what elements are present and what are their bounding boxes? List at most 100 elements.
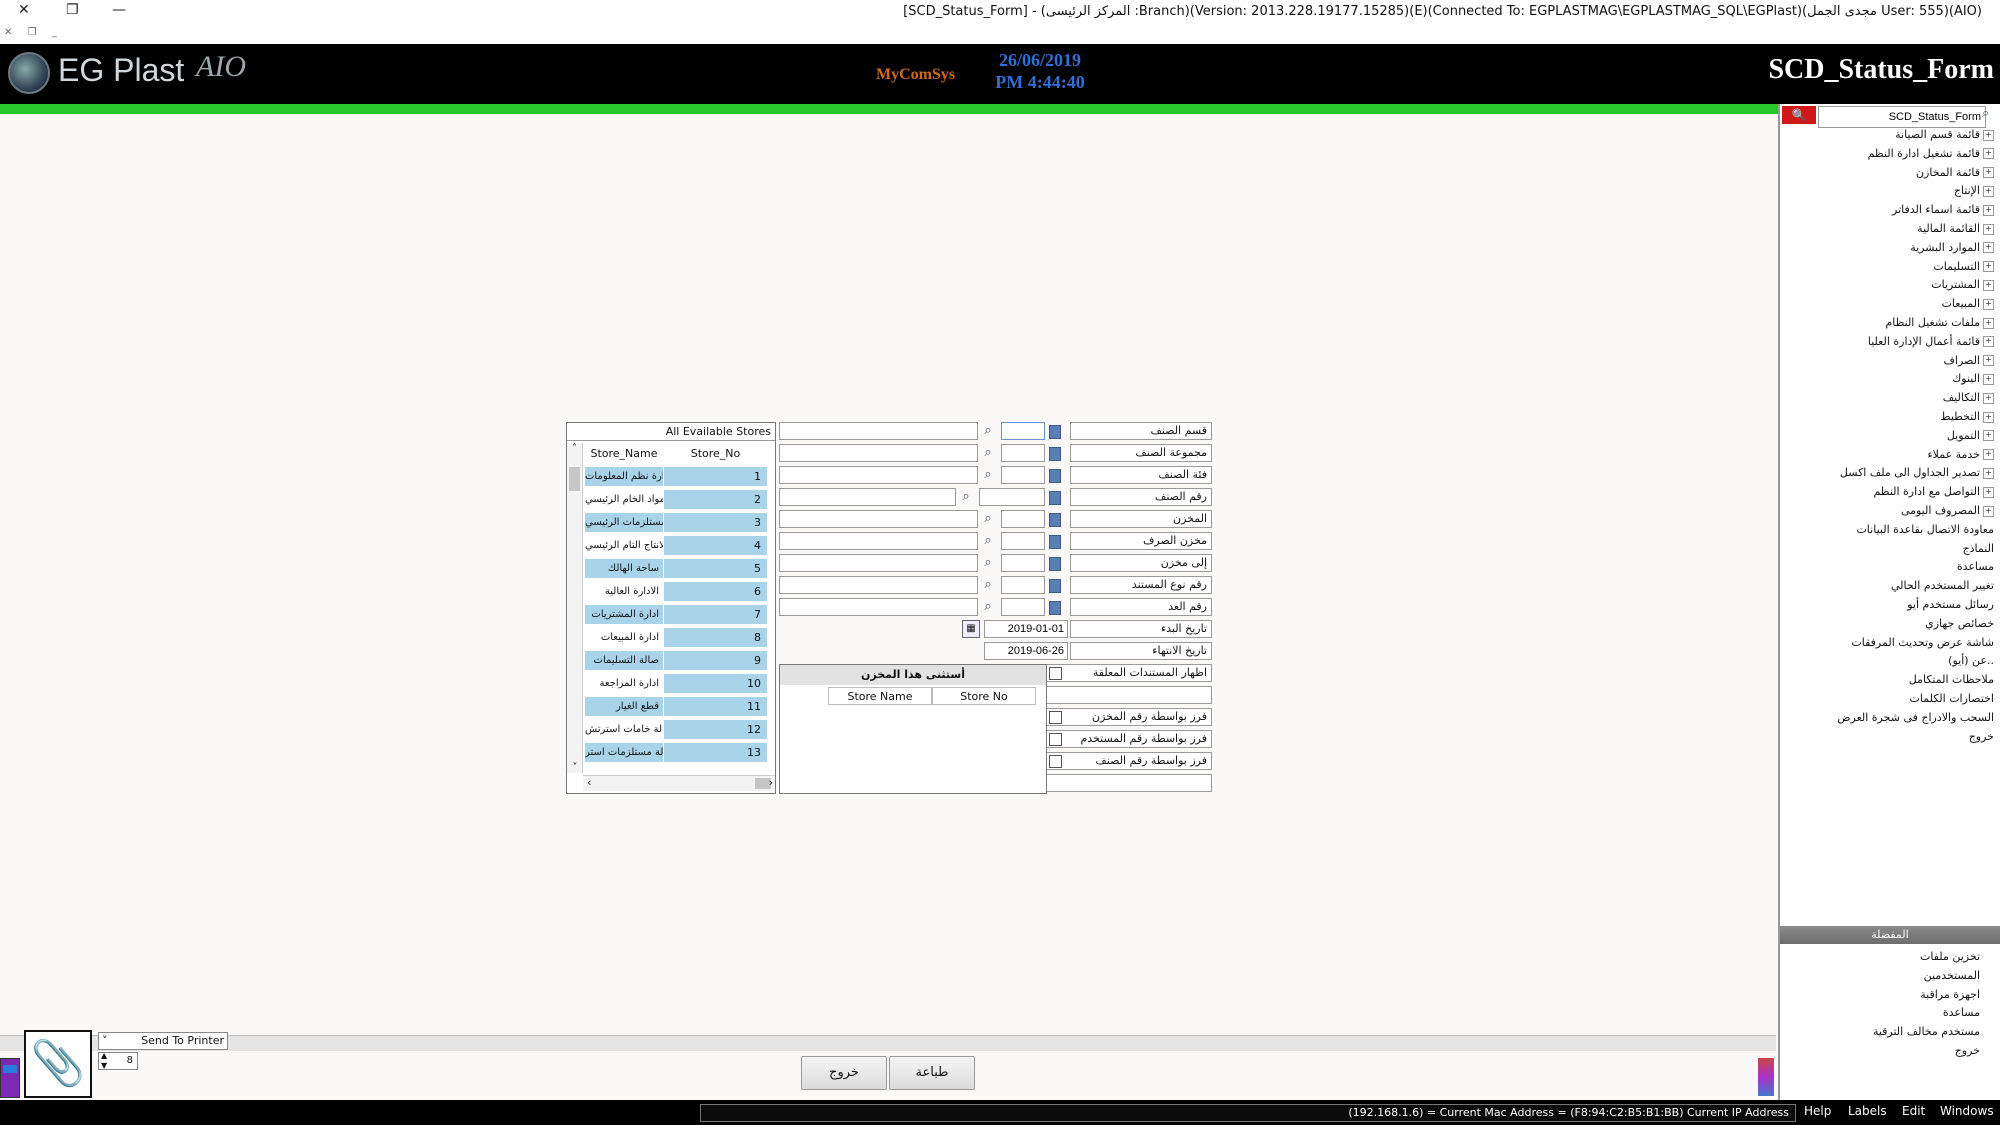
- expand-icon[interactable]: +: [1983, 242, 1994, 254]
- sidebar-item[interactable]: البنوك +: [1952, 372, 1994, 385]
- sidebar-item[interactable]: خروج: [1969, 730, 1994, 743]
- sidebar-item[interactable]: الموارد البشرية +: [1910, 241, 1994, 254]
- sidebar-item[interactable]: التكاليف +: [1943, 391, 1994, 404]
- expand-icon[interactable]: +: [1983, 355, 1994, 367]
- expand-icon[interactable]: +: [1983, 430, 1994, 442]
- sort-by-item-checkbox[interactable]: [1049, 755, 1062, 768]
- sidebar-item[interactable]: قائمة اسماء الدفاتر +: [1892, 203, 1994, 216]
- sidebar-item[interactable]: الإنتاج +: [1954, 184, 1994, 197]
- menu-labels[interactable]: Labels: [1848, 1104, 1887, 1118]
- item-category-code-input[interactable]: [1001, 466, 1045, 484]
- expand-icon[interactable]: +: [1983, 505, 1994, 517]
- calendar-icon[interactable]: ▦: [962, 620, 980, 638]
- mdi-controls[interactable]: ✕ ❐ _: [4, 27, 63, 38]
- store-row-no[interactable]: 1: [664, 467, 767, 487]
- store-row-name[interactable]: الادارة العالية: [585, 582, 663, 602]
- scroll-up-icon[interactable]: ˄: [567, 443, 582, 454]
- book-icon[interactable]: [1758, 1058, 1774, 1096]
- search-icon[interactable]: ⌕: [980, 445, 996, 461]
- expand-icon[interactable]: +: [1983, 279, 1994, 291]
- dropdown-square-icon[interactable]: [1049, 469, 1061, 483]
- store-row-no[interactable]: 4: [664, 536, 767, 556]
- item-number-name-field[interactable]: [779, 488, 956, 506]
- sidebar-item[interactable]: الصراف +: [1944, 354, 1994, 367]
- sidebar-search-input[interactable]: [1818, 106, 1986, 128]
- store-row-name[interactable]: ادارة المشتريات: [585, 605, 663, 625]
- item-category-name-field[interactable]: [779, 466, 978, 484]
- store-row-name[interactable]: ادارة المبيعات: [585, 628, 663, 648]
- expand-icon[interactable]: +: [1983, 449, 1994, 461]
- sidebar-item[interactable]: التمويل +: [1947, 429, 1994, 442]
- expand-icon[interactable]: +: [1983, 148, 1994, 160]
- excluded-col-store-no[interactable]: Store No: [932, 687, 1036, 705]
- store-row-no[interactable]: 12: [664, 720, 767, 740]
- sidebar-item[interactable]: قائمة المخازن +: [1916, 166, 1994, 179]
- menu-edit[interactable]: Edit: [1902, 1104, 1925, 1118]
- favorite-item[interactable]: مستخدم مخالف الترقية: [1873, 1025, 1980, 1038]
- issue-store-code-input[interactable]: [1001, 532, 1045, 550]
- store-row-no[interactable]: 13: [664, 743, 767, 763]
- store-row-name[interactable]: الانتاج التام الرئيسي: [585, 536, 663, 556]
- sidebar-item[interactable]: المصروف اليومى +: [1901, 504, 1994, 517]
- stepper-arrows-icon[interactable]: ▲ ▼: [101, 1051, 107, 1071]
- sidebar-item[interactable]: تغيير المستخدم الحالي: [1891, 579, 1994, 592]
- to-store-code-input[interactable]: [1001, 554, 1045, 572]
- count-no-name-field[interactable]: [779, 598, 978, 616]
- copies-stepper[interactable]: ▲ ▼ 8: [98, 1051, 138, 1071]
- count-no-code-input[interactable]: [1001, 598, 1045, 616]
- expand-icon[interactable]: +: [1983, 223, 1994, 235]
- search-icon[interactable]: ⌕: [980, 467, 996, 483]
- item-group-name-field[interactable]: [779, 444, 978, 462]
- scroll-left-icon[interactable]: ‹: [587, 776, 591, 789]
- expand-icon[interactable]: +: [1983, 261, 1994, 273]
- minimize-icon[interactable]: —: [112, 2, 126, 18]
- store-row-name[interactable]: المستلزمات الرئيسي: [585, 513, 663, 533]
- sidebar-item[interactable]: شاشة عرض وتحديث المرفقات: [1851, 636, 1994, 649]
- sidebar-item[interactable]: قائمة تشغيل ادارة النظم +: [1868, 147, 1994, 160]
- store-row-name[interactable]: ادارة نظم المعلومات: [585, 467, 663, 487]
- sort-by-user-checkbox[interactable]: [1049, 733, 1062, 746]
- show-pending-checkbox[interactable]: [1049, 667, 1062, 680]
- expand-icon[interactable]: +: [1983, 486, 1994, 498]
- store-row-no[interactable]: 7: [664, 605, 767, 625]
- sidebar-item[interactable]: التواصل مع ادارة النظم +: [1873, 485, 1994, 498]
- favorite-item[interactable]: المستخدمين: [1924, 969, 1980, 982]
- sort-by-store-checkbox[interactable]: [1049, 711, 1062, 724]
- expand-icon[interactable]: +: [1983, 167, 1994, 179]
- store-row-name[interactable]: ساحة الهالك: [585, 559, 663, 579]
- sidebar-item[interactable]: المشتريات +: [1931, 278, 1994, 291]
- stores-col-no[interactable]: Store_No: [664, 447, 767, 460]
- store-code-input[interactable]: [1001, 510, 1045, 528]
- favorite-item[interactable]: مساعدة: [1943, 1006, 1980, 1019]
- store-row-name[interactable]: قطع الغيار: [585, 697, 663, 717]
- favorite-item[interactable]: اجهزة مراقبة: [1920, 988, 1980, 1001]
- sidebar-item[interactable]: معاودة الاتصال بقاعدة البيانات: [1856, 523, 1994, 536]
- item-section-name-field[interactable]: [779, 422, 978, 440]
- store-row-name[interactable]: ادارة المراجعة: [585, 674, 663, 694]
- expand-icon[interactable]: +: [1983, 392, 1994, 404]
- close-icon[interactable]: ✕: [18, 2, 30, 18]
- expand-icon[interactable]: +: [1983, 373, 1994, 385]
- printer-destination-select[interactable]: ˅ Send To Printer: [98, 1032, 228, 1050]
- expand-icon[interactable]: +: [1983, 467, 1994, 479]
- store-row-name[interactable]: المواد الخام الرئيسي: [585, 490, 663, 510]
- sidebar-item[interactable]: النماذج: [1963, 542, 1994, 555]
- sidebar-item[interactable]: مساعدة: [1957, 560, 1994, 573]
- store-row-name[interactable]: صالة التسليمات: [585, 651, 663, 671]
- sidebar-item[interactable]: ملاحظات المتكامل: [1909, 673, 1994, 686]
- dropdown-square-icon[interactable]: [1049, 557, 1061, 571]
- dropdown-square-icon[interactable]: [1049, 601, 1061, 615]
- search-icon[interactable]: ⌕: [980, 599, 996, 615]
- sidebar-item[interactable]: التسليمات +: [1933, 260, 1994, 273]
- item-group-code-input[interactable]: [1001, 444, 1045, 462]
- sidebar-item[interactable]: ملفات تشغيل النظام +: [1885, 316, 1994, 329]
- store-row-name[interactable]: صالة مستلزمات استر: [585, 743, 663, 763]
- attachment-icon[interactable]: 📎: [24, 1030, 92, 1098]
- end-date-input[interactable]: [984, 642, 1068, 660]
- search-icon[interactable]: ⌕: [980, 511, 996, 527]
- store-name-field[interactable]: [779, 510, 978, 528]
- doc-type-name-field[interactable]: [779, 576, 978, 594]
- search-icon[interactable]: ⌕: [958, 489, 974, 505]
- store-row-no[interactable]: 3: [664, 513, 767, 533]
- sidebar-item[interactable]: تصدير الجداول الى ملف اكسل +: [1840, 466, 1994, 479]
